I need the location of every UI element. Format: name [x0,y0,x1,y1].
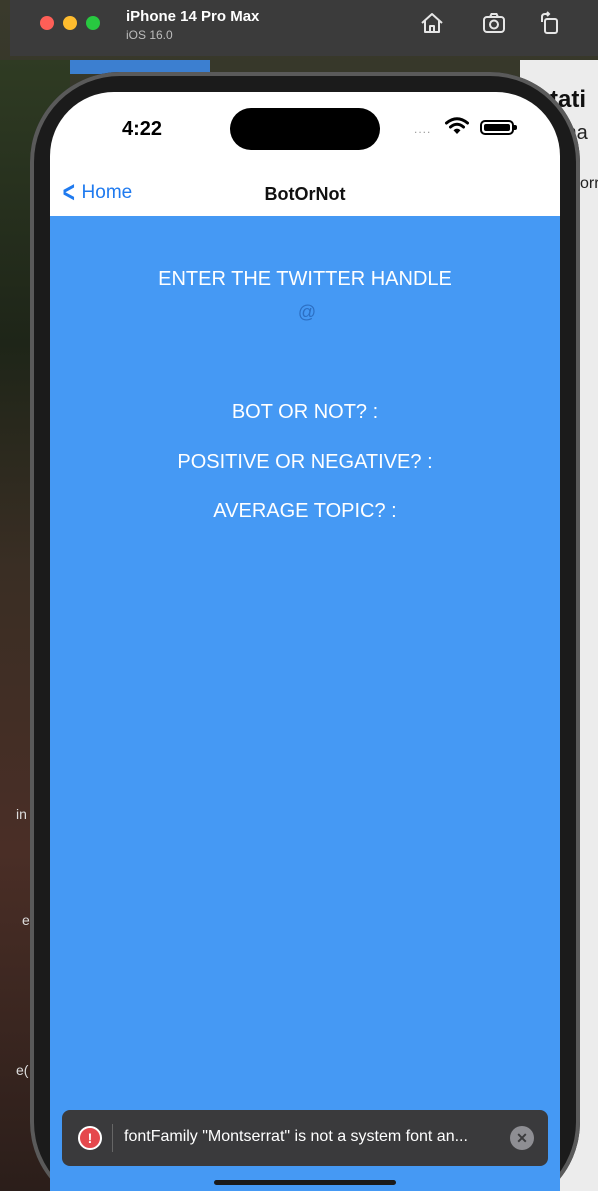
toast-divider [112,1124,113,1152]
background-text: in [16,806,27,822]
bot-or-not-label: BOT OR NOT? : [231,401,379,423]
os-version: iOS 16.0 [126,28,173,42]
status-time: 4:22 [122,118,163,140]
main-content: ENTER THE TWITTER HANDLE BOT OR NOT? : P… [50,216,560,1191]
home-icon[interactable] [418,10,446,38]
background-text: e [22,912,30,928]
screenshot-icon[interactable] [480,10,508,38]
average-topic-label: AVERAGE TOPIC? : [213,500,397,522]
home-indicator[interactable] [214,1180,396,1185]
dynamic-island [230,108,380,150]
phone-screen: 4:22 .... < Home BotOrNot ENTER THE TWIT… [50,92,560,1191]
page-title: BotOrNot [264,184,346,204]
error-toast[interactable]: ! fontFamily "Montserrat" is not a syste… [62,1110,548,1166]
rotate-icon[interactable] [536,10,564,38]
handle-prompt: ENTER THE TWITTER HANDLE [158,268,452,290]
sentiment-label: POSITIVE OR NEGATIVE? : [177,451,433,473]
toast-message: fontFamily "Montserrat" is not a system … [124,1128,468,1145]
background-text: e( [16,1062,29,1078]
twitter-handle-input[interactable] [180,298,434,326]
minimize-window-button[interactable] [63,16,77,30]
signal-icon: .... [414,122,432,136]
navigation-bar: < Home BotOrNot [50,170,560,216]
close-icon[interactable]: ✕ [510,1126,534,1150]
wifi-icon [444,116,470,136]
zoom-window-button[interactable] [86,16,100,30]
background-window-text: orr [580,175,598,192]
device-name: iPhone 14 Pro Max [126,8,260,25]
battery-icon [480,120,517,135]
error-icon: ! [78,1126,102,1150]
simulator-title-bar: iPhone 14 Pro Max iOS 16.0 [10,0,598,56]
close-window-button[interactable] [40,16,54,30]
